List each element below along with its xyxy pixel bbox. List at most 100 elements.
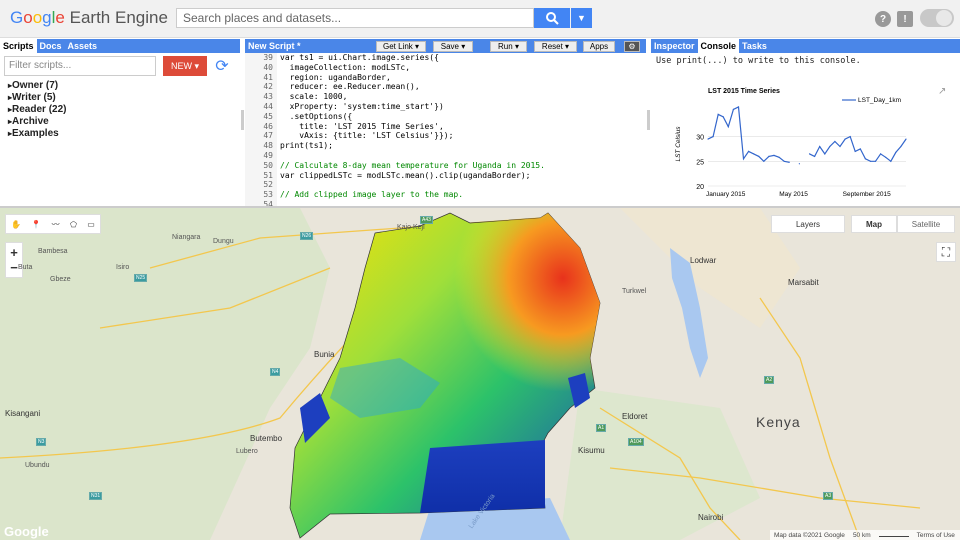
zoom-in-button[interactable]: + [10,245,18,260]
code-line[interactable]: print(ts1); [280,141,646,151]
new-button-label: NEW [170,61,192,71]
code-editor[interactable]: 39 40 41 42 43 44 45 46 47 48 49 50 51 52 53 54 var ts1… [245,53,646,206]
data-point [854,150,856,153]
y-axis-label: LST Celsius [675,126,682,162]
series-line-lst-day-1km [707,105,907,163]
get-link-button[interactable]: Get Link ▾ [376,41,426,52]
left-panel-tabs: Scripts Docs Assets [0,39,240,53]
lst-time-series-chart[interactable]: LST 2015 Time Series 20 25 30 LST Celsius Jan… [674,80,954,204]
line-number: 49 [263,150,273,160]
map-canvas[interactable]: ✋ 📍 〰 ⬠ ▭ + − Layers Map Satellite ⛶ Ken… [0,208,960,540]
code-line[interactable]: imageCollection: modLSTc, [280,63,646,73]
map-type-satellite-button[interactable]: Satellite [897,215,955,233]
logo-letter: o [23,8,33,27]
fullscreen-icon[interactable]: ⛶ [936,242,956,262]
run-label: Run [498,42,513,51]
tree-item-reader[interactable]: Reader (22) [8,104,66,116]
map-type-map-button[interactable]: Map [851,215,897,233]
code-line[interactable]: var ts1 = ui.Chart.image.series({ [280,53,646,63]
data-point [707,138,709,140]
code-line[interactable]: scale: 1000, [280,92,646,102]
data-point [819,145,821,148]
script-tree: Owner (7) Writer (5) Reader (22) Archive… [8,80,66,140]
data-point [895,151,897,153]
place-label: Kisangani [5,409,41,418]
code-line[interactable]: .setOptions({ [280,112,646,122]
code-line[interactable]: var clippedLSTc = modLSTc.mean().clip(ug… [280,171,646,181]
code-line[interactable] [280,151,646,161]
logo-letter: g [42,8,52,27]
code-line[interactable]: // Calculate 8-day mean temperature for … [280,161,646,171]
tree-item-writer[interactable]: Writer (5) [8,92,66,104]
place-label: Gbeze [50,276,71,283]
help-icon[interactable]: ? [875,11,891,27]
google-earth-engine-logo[interactable]: Google Earth Engine [10,8,168,28]
logo-product: Earth Engine [69,8,168,27]
account-toggle[interactable] [920,9,954,27]
refresh-icon[interactable]: ⟳ [212,56,232,76]
tab-inspector[interactable]: Inspector [651,39,698,53]
road-shield: N4 [270,368,281,376]
tab-tasks[interactable]: Tasks [739,39,770,53]
road-shield: N25 [134,274,148,282]
line-number: 46 [263,121,273,131]
place-label: Niangara [172,234,201,241]
tree-item-examples[interactable]: Examples [8,128,66,140]
code-line[interactable]: title: 'LST 2015 Time Series', [280,122,646,132]
panel-resize-handle[interactable] [241,110,244,130]
feedback-icon[interactable]: ! [897,11,913,27]
data-point [814,155,816,157]
layers-button[interactable]: Layers [771,215,845,233]
search-button[interactable] [534,8,570,28]
reset-button[interactable]: Reset ▾ [534,41,577,52]
zoom-out-button[interactable]: − [10,260,18,275]
tree-item-archive[interactable]: Archive [8,116,66,128]
polygon-icon[interactable]: ⬠ [70,220,77,229]
code-line[interactable]: region: ugandaBorder, [280,73,646,83]
google-watermark: Google [4,524,49,539]
place-label: Turkwel [622,288,647,295]
open-in-new-tab-icon[interactable]: ↗ [938,86,946,97]
line-number: 40 [263,62,273,72]
script-title[interactable]: New Script * [248,41,301,51]
data-point [869,160,872,162]
save-button[interactable]: Save ▾ [433,41,473,52]
data-point [798,163,800,165]
data-point [758,155,760,157]
data-point [864,158,866,160]
polyline-icon[interactable]: 〰 [52,219,60,230]
line-number: 42 [263,82,273,92]
search-input[interactable]: Search places and datasets... [176,8,534,28]
data-point [748,150,750,153]
terms-of-use-link[interactable]: Terms of Use [917,532,955,539]
data-point [763,160,765,162]
place-label: Bambesa [38,248,68,255]
code-line[interactable]: // Add clipped image layer to the map. [280,190,646,200]
apps-button[interactable]: Apps [583,41,615,52]
data-point [890,160,892,162]
rectangle-icon[interactable]: ▭ [87,220,95,229]
tab-console[interactable]: Console [697,39,740,53]
code-lines[interactable]: var ts1 = ui.Chart.image.series({ imageC… [280,53,646,206]
new-button[interactable]: NEW ▾ [163,56,207,76]
hand-pan-icon[interactable]: ✋ [11,220,21,229]
panel-resize-handle[interactable] [647,110,650,130]
code-line[interactable]: xProperty: 'system:time_start'}) [280,102,646,112]
country-label-kenya: Kenya [756,414,801,430]
tab-docs[interactable]: Docs [37,39,65,53]
code-line[interactable]: vAxis: {title: 'LST Celsius'}}); [280,131,646,141]
tree-item-owner[interactable]: Owner (7) [8,80,66,92]
tab-assets[interactable]: Assets [65,39,101,53]
place-label: Isiro [116,264,130,271]
search-dropdown-button[interactable]: ▼ [571,8,592,28]
settings-gear-icon[interactable]: ⚙ [624,41,640,52]
run-button[interactable]: Run ▾ [490,41,527,52]
code-line[interactable]: reducer: ee.Reducer.mean(), [280,82,646,92]
data-point [732,108,734,111]
code-line[interactable] [280,180,646,190]
map-footer: Map data ©2021 Google 50 km Terms of Use [770,530,960,540]
place-label: Bunia [314,350,335,359]
filter-scripts-input[interactable]: Filter scripts... [4,56,156,76]
marker-icon[interactable]: 📍 [31,220,41,229]
tab-scripts[interactable]: Scripts [0,39,37,53]
